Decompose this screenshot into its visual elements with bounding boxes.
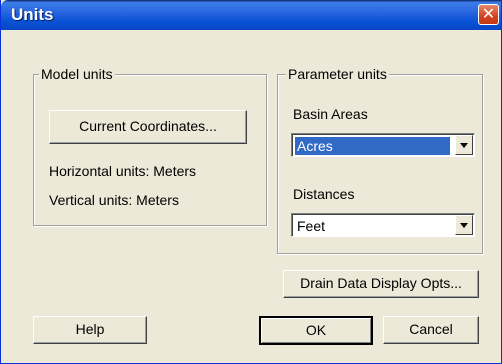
basin-areas-select[interactable]: Acres [291, 133, 475, 157]
current-coordinates-button[interactable]: Current Coordinates... [49, 110, 247, 144]
ok-button[interactable]: OK [259, 316, 373, 345]
horizontal-units-text: Horizontal units: Meters [49, 163, 197, 179]
units-dialog: Units ✕ Model units Current Coordinates.… [0, 0, 502, 364]
cancel-button[interactable]: Cancel [383, 316, 479, 344]
chevron-down-icon[interactable] [455, 215, 473, 235]
model-units-legend: Model units [39, 66, 115, 82]
help-button[interactable]: Help [33, 316, 147, 344]
distances-value: Feet [297, 218, 326, 234]
close-icon: ✕ [481, 4, 496, 23]
parameter-units-legend: Parameter units [286, 66, 389, 82]
window-title: Units [11, 5, 54, 24]
drain-data-display-opts-button[interactable]: Drain Data Display Opts... [283, 270, 479, 298]
distances-label: Distances [293, 186, 355, 202]
vertical-units-text: Vertical units: Meters [49, 192, 179, 208]
drain-data-label: Drain Data Display Opts... [300, 275, 462, 291]
ok-label: OK [305, 322, 327, 338]
close-button[interactable]: ✕ [478, 4, 499, 25]
basin-areas-label: Basin Areas [293, 106, 368, 122]
current-coordinates-label: Current Coordinates... [79, 118, 217, 134]
basin-areas-value: Acres [295, 137, 450, 155]
cancel-label: Cancel [409, 321, 453, 337]
chevron-down-icon[interactable] [455, 135, 473, 155]
distances-select[interactable]: Feet [291, 213, 475, 237]
title-bar: Units ✕ [1, 0, 501, 30]
help-label: Help [75, 321, 105, 337]
